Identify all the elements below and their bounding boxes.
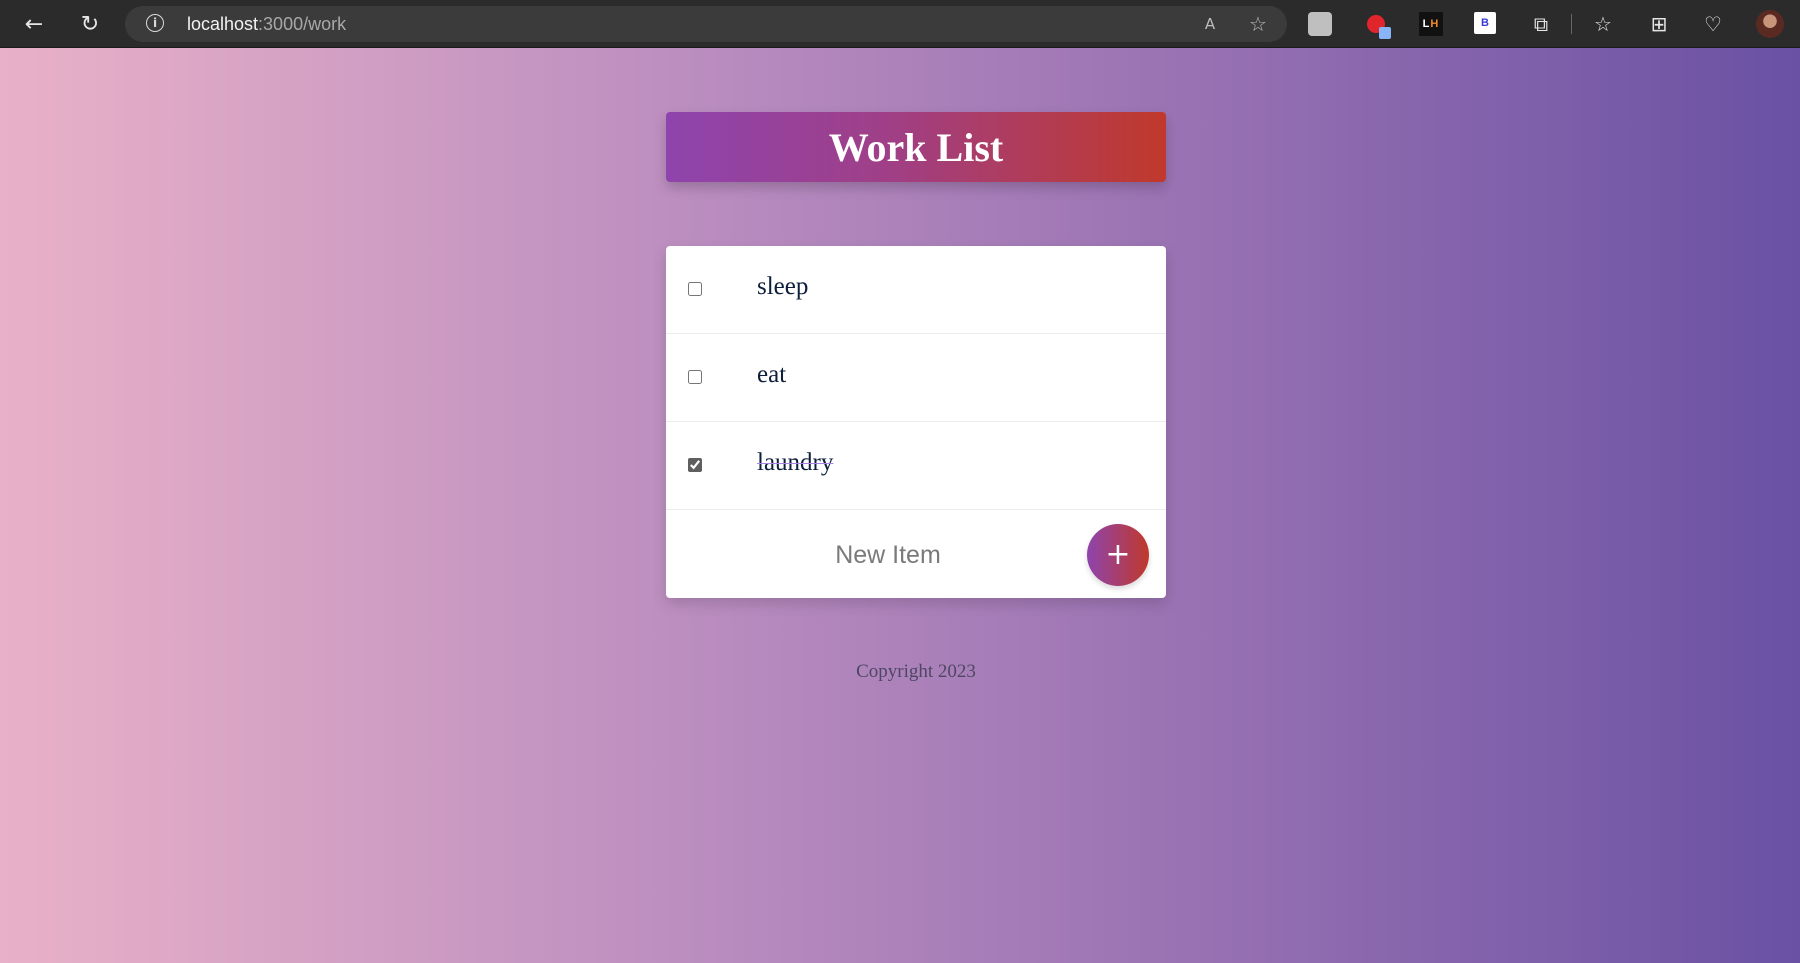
add-favorite-icon[interactable]: ☆	[1246, 12, 1270, 36]
favorites-icon[interactable]: ☆	[1589, 10, 1617, 38]
browser-toolbar: ← ↻ i localhost:3000/work A ☆ LH B ⧉ ☆ ⊞…	[0, 0, 1800, 48]
back-arrow-icon[interactable]: ←	[18, 8, 50, 40]
badge-square-icon	[1379, 27, 1391, 39]
ext-letter-h: H	[1430, 18, 1440, 30]
new-item-form: +	[666, 510, 1166, 598]
read-aloud-icon[interactable]: A	[1198, 12, 1222, 36]
new-item-input[interactable]	[766, 532, 1010, 578]
collections-icon[interactable]: ⊞	[1645, 10, 1673, 38]
page-title: Work List	[828, 124, 1004, 170]
touch-extension-icon[interactable]	[1308, 12, 1332, 36]
site-info-icon[interactable]: i	[146, 14, 164, 32]
b-extension-icon[interactable]: B	[1474, 12, 1496, 34]
list-item: eat	[666, 334, 1166, 422]
item-label: laundry	[757, 449, 834, 476]
list-item: sleep	[666, 246, 1166, 334]
address-bar[interactable]: i localhost:3000/work A ☆	[125, 6, 1287, 42]
item-checkbox[interactable]	[688, 370, 702, 384]
url-path: :3000/work	[258, 14, 347, 34]
ext-letter-l: L	[1422, 18, 1431, 30]
list-item: laundry	[666, 422, 1166, 510]
extensions-puzzle-icon[interactable]: ⧉	[1527, 10, 1555, 38]
red-extension-icon[interactable]	[1364, 12, 1391, 39]
add-item-button[interactable]: +	[1087, 524, 1149, 586]
item-checkbox[interactable]	[688, 282, 702, 296]
item-checkbox[interactable]	[688, 458, 702, 472]
item-label: eat	[757, 361, 787, 388]
item-label: sleep	[757, 273, 809, 300]
heading-box: Work List	[666, 112, 1166, 182]
lighthouse-extension-icon[interactable]: LH	[1419, 12, 1443, 36]
reload-icon[interactable]: ↻	[74, 8, 106, 40]
footer-copyright: Copyright 2023	[856, 661, 976, 682]
url-host: localhost	[187, 14, 259, 34]
page-background: Work List sleep eat laundry + Copyright …	[0, 48, 1800, 963]
browser-essentials-icon[interactable]: ♡	[1699, 10, 1727, 38]
todo-card: sleep eat laundry +	[666, 246, 1166, 598]
profile-avatar[interactable]	[1756, 10, 1784, 38]
toolbar-divider	[1571, 14, 1572, 34]
url-text[interactable]: localhost:3000/work	[187, 14, 346, 35]
